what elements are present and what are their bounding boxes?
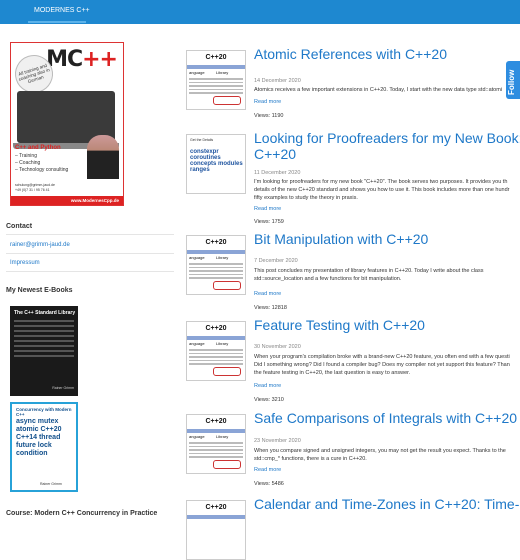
ebooks-heading: My Newest E-Books xyxy=(6,287,73,294)
post-title-link[interactable]: Safe Comparisons of Integrals with C++20 xyxy=(254,410,517,426)
post-title-link[interactable]: Looking for Proofreaders for my New Book… xyxy=(254,130,520,162)
read-more-link[interactable]: Read more xyxy=(254,383,281,389)
ebook-word-cloud: async mutex atomic C++20 C++14 thread fu… xyxy=(16,418,62,457)
post-thumbnail[interactable]: C++20 xyxy=(186,500,246,560)
thumb-title: C++20 xyxy=(187,236,245,250)
post-excerpt: This post concludes my presentation of l… xyxy=(254,268,484,282)
post-excerpt: When your program's compilation broke wi… xyxy=(254,354,510,376)
post-thumbnail[interactable]: C++20 anguage Library xyxy=(186,50,246,110)
follow-label: Follow xyxy=(507,69,516,95)
cover-contact: schulung@grimm-jaud.de +49 (0)7 31 / 95 … xyxy=(15,183,55,193)
post-views: Views: 1190 xyxy=(254,113,284,119)
read-more-link[interactable]: Read more xyxy=(254,467,281,473)
post-excerpt: Atomics receives a few important extensi… xyxy=(254,87,503,93)
nav-item-modernes-cpp[interactable]: MODERNES C++ xyxy=(34,7,90,14)
post-thumbnail[interactable]: C++20 anguage Library xyxy=(186,235,246,295)
ebook-author: Rainer Grimm xyxy=(40,482,62,486)
post-views: Views: 1759 xyxy=(254,219,284,225)
post-views: Views: 12818 xyxy=(254,305,287,311)
thumb-header: Get the Details xyxy=(190,138,214,142)
read-more-link[interactable]: Read more xyxy=(254,206,281,212)
sidebar: MC++ All training and coaching also in G… xyxy=(0,24,180,520)
impressum-link[interactable]: Impressum xyxy=(10,260,40,266)
post-excerpt: I'm looking for proofreaders for my new … xyxy=(254,179,510,201)
mc-logo: MC++ xyxy=(46,47,118,72)
cover-bullet-list: – Training – Coaching – Technology consu… xyxy=(15,153,68,174)
post-date: 30 November 2020 xyxy=(254,344,301,350)
post-date: 7 December 2020 xyxy=(254,258,298,264)
ebook-title: The C++ Standard Library xyxy=(14,310,76,316)
ebook-concurrency-modern-cpp[interactable]: Concurrency with Modern C++ async mutex … xyxy=(10,402,78,492)
cover-bullet: – Coaching xyxy=(15,160,41,166)
post-thumbnail[interactable]: C++20 anguage Library xyxy=(186,321,246,381)
read-more-link[interactable]: Read more xyxy=(254,291,281,297)
post-title-link[interactable]: Calendar and Time-Zones in C++20: Time- xyxy=(254,496,519,512)
cover-phone: +49 (0)7 31 / 95 76 41 xyxy=(15,188,50,192)
ebook-cover-lines xyxy=(14,320,74,360)
post-thumbnail[interactable]: C++20 anguage Library xyxy=(186,414,246,474)
thumb-title: C++20 xyxy=(187,501,245,515)
ebook-cpp-standard-library[interactable]: The C++ Standard Library Rainer Grimm xyxy=(10,306,78,396)
read-more-link[interactable]: Read more xyxy=(254,99,281,105)
nav-active-indicator xyxy=(28,21,86,23)
post-views: Views: 5486 xyxy=(254,481,284,487)
post-title-link[interactable]: Bit Manipulation with C++20 xyxy=(254,231,428,247)
divider xyxy=(6,253,174,254)
post-title-link[interactable]: Feature Testing with C++20 xyxy=(254,317,425,333)
follow-tab[interactable]: Follow xyxy=(506,61,520,99)
cover-url: www.ModernesCpp.de xyxy=(11,196,123,205)
post-views: Views: 3210 xyxy=(254,397,284,403)
post-date: 23 November 2020 xyxy=(254,438,301,444)
thumb-title: C++20 xyxy=(187,415,245,429)
contact-email-link[interactable]: rainer@grimm-jaud.de xyxy=(10,242,70,248)
thumb-title: C++20 xyxy=(187,322,245,336)
divider xyxy=(6,234,174,235)
post-excerpt: When you compare signed and unsigned int… xyxy=(254,448,506,462)
post-date: 11 December 2020 xyxy=(254,170,301,176)
divider xyxy=(6,271,174,272)
author-photo xyxy=(87,135,119,179)
cover-title: C++ and Python xyxy=(15,145,61,151)
top-navigation-bar: MODERNES C++ xyxy=(0,0,520,24)
post-title-link[interactable]: Atomic References with C++20 xyxy=(254,46,447,62)
post-thumbnail[interactable]: Get the Details constexpr coroutines con… xyxy=(186,134,246,194)
cover-bullet: – Training xyxy=(15,153,37,159)
post-date: 14 December 2020 xyxy=(254,78,301,84)
ebook-title: Concurrency with Modern C++ xyxy=(16,407,72,417)
book-cover-ad[interactable]: MC++ All training and coaching also in G… xyxy=(10,42,124,206)
cover-bullet: – Technology consulting xyxy=(15,167,69,173)
ebook-author: Rainer Grimm xyxy=(52,386,74,390)
thumb-title: C++20 xyxy=(187,51,245,65)
contact-heading: Contact xyxy=(6,223,33,230)
thumb-word-cloud: constexpr coroutines concepts modules ra… xyxy=(190,149,243,173)
course-heading: Course: Modern C++ Concurrency in Practi… xyxy=(6,510,158,517)
